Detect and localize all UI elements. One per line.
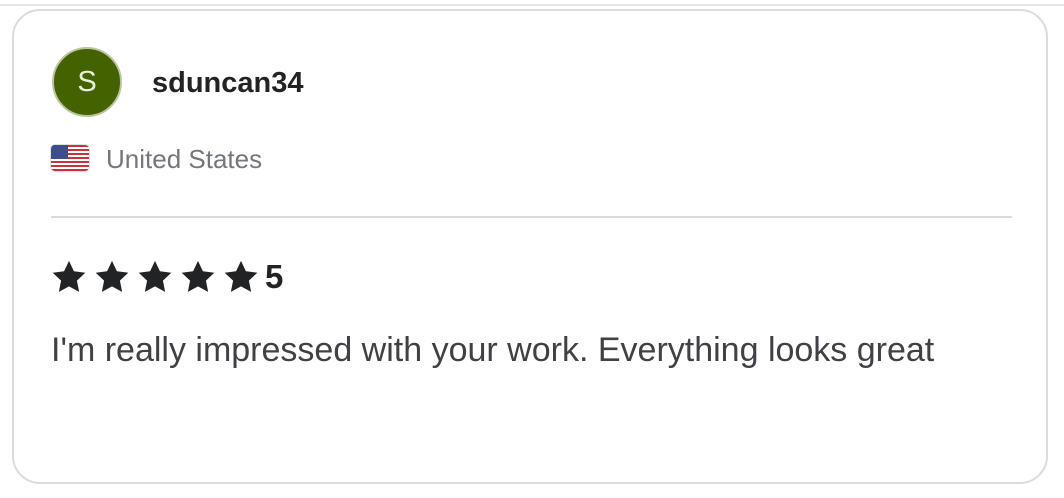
avatar-initial: S <box>77 65 97 98</box>
star-icon <box>50 258 88 296</box>
review-card: S sduncan34 United States 5 I'm really i… <box>12 9 1048 484</box>
flag-canton <box>51 145 68 159</box>
us-flag-icon <box>51 145 89 171</box>
top-divider <box>0 0 1064 6</box>
star-icon <box>222 258 260 296</box>
star-icon <box>179 258 217 296</box>
star-rating: 5 <box>50 255 283 299</box>
rating-value: 5 <box>265 258 284 295</box>
reviewer-country: United States <box>106 144 263 174</box>
avatar[interactable]: S <box>52 47 122 117</box>
star-icon <box>136 258 174 296</box>
reviewer-username[interactable]: sduncan34 <box>152 65 304 101</box>
card-divider <box>51 216 1012 218</box>
star-icon <box>93 258 131 296</box>
review-text: I'm really impressed with your work. Eve… <box>51 331 935 369</box>
